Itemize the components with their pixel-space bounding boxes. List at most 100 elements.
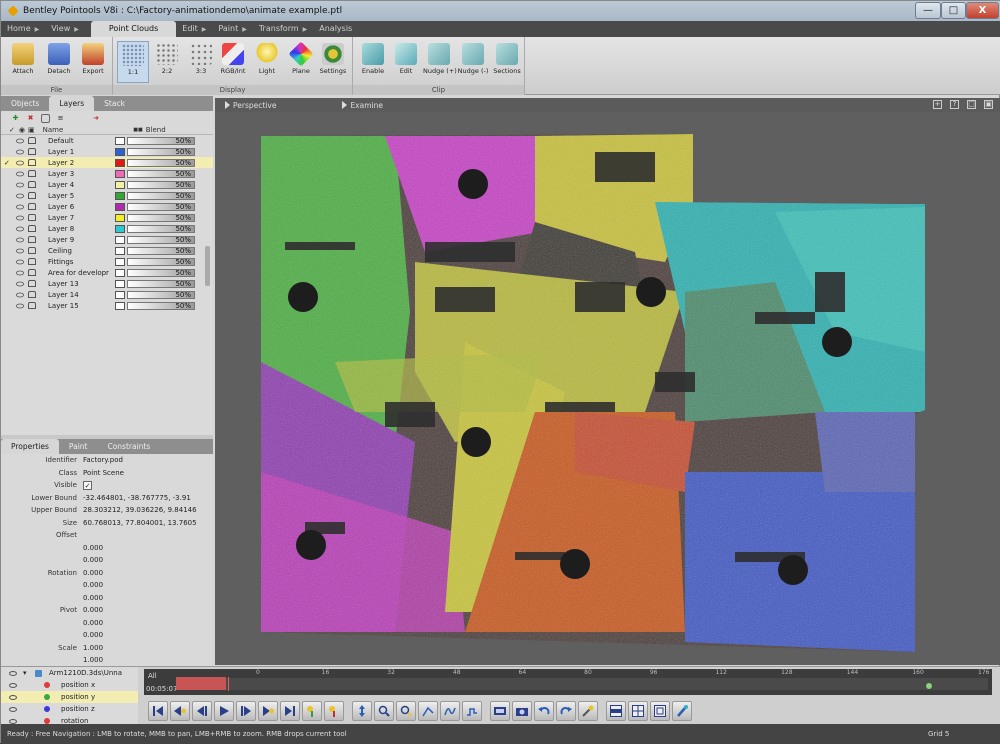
layer-color-swatch[interactable]: [115, 301, 125, 310]
light-button[interactable]: Light: [251, 41, 283, 83]
add-key-button[interactable]: [302, 701, 322, 721]
layer-color-swatch[interactable]: [115, 224, 125, 233]
layer-row[interactable]: Ceiling 50%: [1, 245, 213, 256]
layer-row[interactable]: Layer 1 50%: [1, 146, 213, 157]
layer-blend-slider[interactable]: 50%: [127, 290, 195, 299]
eye-icon[interactable]: [16, 182, 24, 187]
tab-stack[interactable]: Stack: [94, 96, 135, 111]
nudge-plus-button[interactable]: Nudge (+): [423, 41, 457, 83]
viewport-3d[interactable]: [215, 112, 1000, 665]
property-value[interactable]: 0.000: [83, 556, 213, 564]
eye-icon[interactable]: [16, 160, 24, 165]
layer-row[interactable]: Layer 9 50%: [1, 234, 213, 245]
play-button[interactable]: [214, 701, 234, 721]
tab-home[interactable]: Home ▶: [1, 21, 45, 37]
layer-row[interactable]: Fittings 50%: [1, 256, 213, 267]
window-icon[interactable]: □: [967, 100, 976, 109]
eye-icon[interactable]: [16, 138, 24, 143]
layer-list-scrollbar[interactable]: [205, 246, 210, 286]
property-value[interactable]: 0.000: [83, 619, 213, 627]
remove-layer-icon[interactable]: ✖: [26, 114, 35, 123]
eye-icon[interactable]: [16, 259, 24, 264]
eye-icon[interactable]: [16, 303, 24, 308]
eye-icon[interactable]: [16, 204, 24, 209]
curve-linear-button[interactable]: [418, 701, 438, 721]
layer-blend-slider[interactable]: 50%: [127, 301, 195, 310]
property-value[interactable]: Point Scene: [83, 469, 213, 477]
layout-single-button[interactable]: [606, 701, 626, 721]
layer-blend-slider[interactable]: 50%: [127, 158, 195, 167]
layer-color-swatch[interactable]: [115, 268, 125, 277]
layer-color-swatch[interactable]: [115, 235, 125, 244]
channel-row[interactable]: position x: [1, 679, 138, 691]
eye-icon[interactable]: [9, 718, 17, 724]
property-value[interactable]: Factory.pod: [83, 456, 213, 464]
layer-check-icon[interactable]: ✓: [4, 159, 13, 167]
lock-icon[interactable]: [28, 225, 36, 232]
property-value[interactable]: 0.000: [83, 631, 213, 639]
property-value[interactable]: 0.000: [83, 569, 213, 577]
eye-icon[interactable]: [16, 237, 24, 242]
lock-icon[interactable]: [28, 280, 36, 287]
eye-icon[interactable]: [9, 694, 17, 700]
property-value[interactable]: 1.000: [83, 644, 213, 652]
layer-color-swatch[interactable]: [115, 136, 125, 145]
eye-icon[interactable]: [16, 193, 24, 198]
layer-row[interactable]: Layer 13 50%: [1, 278, 213, 289]
crosshair-icon[interactable]: +: [933, 100, 942, 109]
channel-row[interactable]: position z: [1, 703, 138, 715]
layer-blend-slider[interactable]: 50%: [127, 235, 195, 244]
lock-icon[interactable]: [28, 214, 36, 221]
point-cloud-render[interactable]: [215, 112, 1000, 665]
layer-blend-slider[interactable]: 50%: [127, 246, 195, 255]
layer-row[interactable]: ✓ Layer 2 50%: [1, 157, 213, 168]
nudge-minus-button[interactable]: Nudge (-): [457, 41, 489, 83]
attach-button[interactable]: Attach: [7, 41, 39, 83]
tab-paint[interactable]: Paint ▶: [212, 21, 252, 37]
eye-icon[interactable]: [16, 248, 24, 253]
layer-color-swatch[interactable]: [115, 213, 125, 222]
layer-blend-slider[interactable]: 50%: [127, 169, 195, 178]
layer-blend-slider[interactable]: 50%: [127, 257, 195, 266]
eye-icon[interactable]: [16, 149, 24, 154]
density-3-3-button[interactable]: 3:3: [185, 41, 217, 83]
lock-icon[interactable]: [28, 269, 36, 276]
layer-color-swatch[interactable]: [115, 158, 125, 167]
magic-wand-button[interactable]: [578, 701, 598, 721]
layer-blend-slider[interactable]: 50%: [127, 136, 195, 145]
channel-row[interactable]: position y: [1, 691, 138, 703]
move-tool-button[interactable]: [352, 701, 372, 721]
timeline-keyframe-marker[interactable]: [925, 683, 932, 689]
layer-row[interactable]: Default 50%: [1, 135, 213, 146]
layer-row[interactable]: Layer 4 50%: [1, 179, 213, 190]
property-value[interactable]: 28.303212, 39.036226, 9.84146: [83, 506, 213, 514]
layer-row[interactable]: Layer 5 50%: [1, 190, 213, 201]
layer-color-swatch[interactable]: [115, 290, 125, 299]
layer-color-swatch[interactable]: [115, 169, 125, 178]
eye-icon[interactable]: [16, 171, 24, 176]
sections-button[interactable]: Sections: [491, 41, 523, 83]
tab-objects[interactable]: Objects: [1, 96, 49, 111]
lock-icon[interactable]: [28, 181, 36, 188]
layer-row[interactable]: Layer 3 50%: [1, 168, 213, 179]
tab-constraints[interactable]: Constraints: [97, 439, 160, 454]
lock-icon[interactable]: [28, 302, 36, 309]
layer-color-swatch[interactable]: [115, 279, 125, 288]
lock-icon[interactable]: [28, 247, 36, 254]
tab-paint-props[interactable]: Paint: [59, 439, 98, 454]
layer-blend-slider[interactable]: 50%: [127, 180, 195, 189]
tab-point-clouds[interactable]: Point Clouds: [90, 21, 177, 37]
layer-blend-slider[interactable]: 50%: [127, 279, 195, 288]
lock-icon[interactable]: [28, 203, 36, 210]
tab-perspective[interactable]: Perspective: [225, 101, 276, 110]
layout-frame-button[interactable]: [650, 701, 670, 721]
layer-blend-slider[interactable]: 50%: [127, 268, 195, 277]
property-value[interactable]: 1.000: [83, 656, 213, 664]
pin-icon[interactable]: ?: [950, 100, 959, 109]
paint-tool-button[interactable]: [672, 701, 692, 721]
property-value[interactable]: -32.464801, -38.767775, -3.91: [83, 494, 213, 502]
lock-icon[interactable]: [28, 258, 36, 265]
clip-edit-button[interactable]: Edit: [390, 41, 422, 83]
layer-color-swatch[interactable]: [115, 191, 125, 200]
layer-blend-slider[interactable]: 50%: [127, 191, 195, 200]
